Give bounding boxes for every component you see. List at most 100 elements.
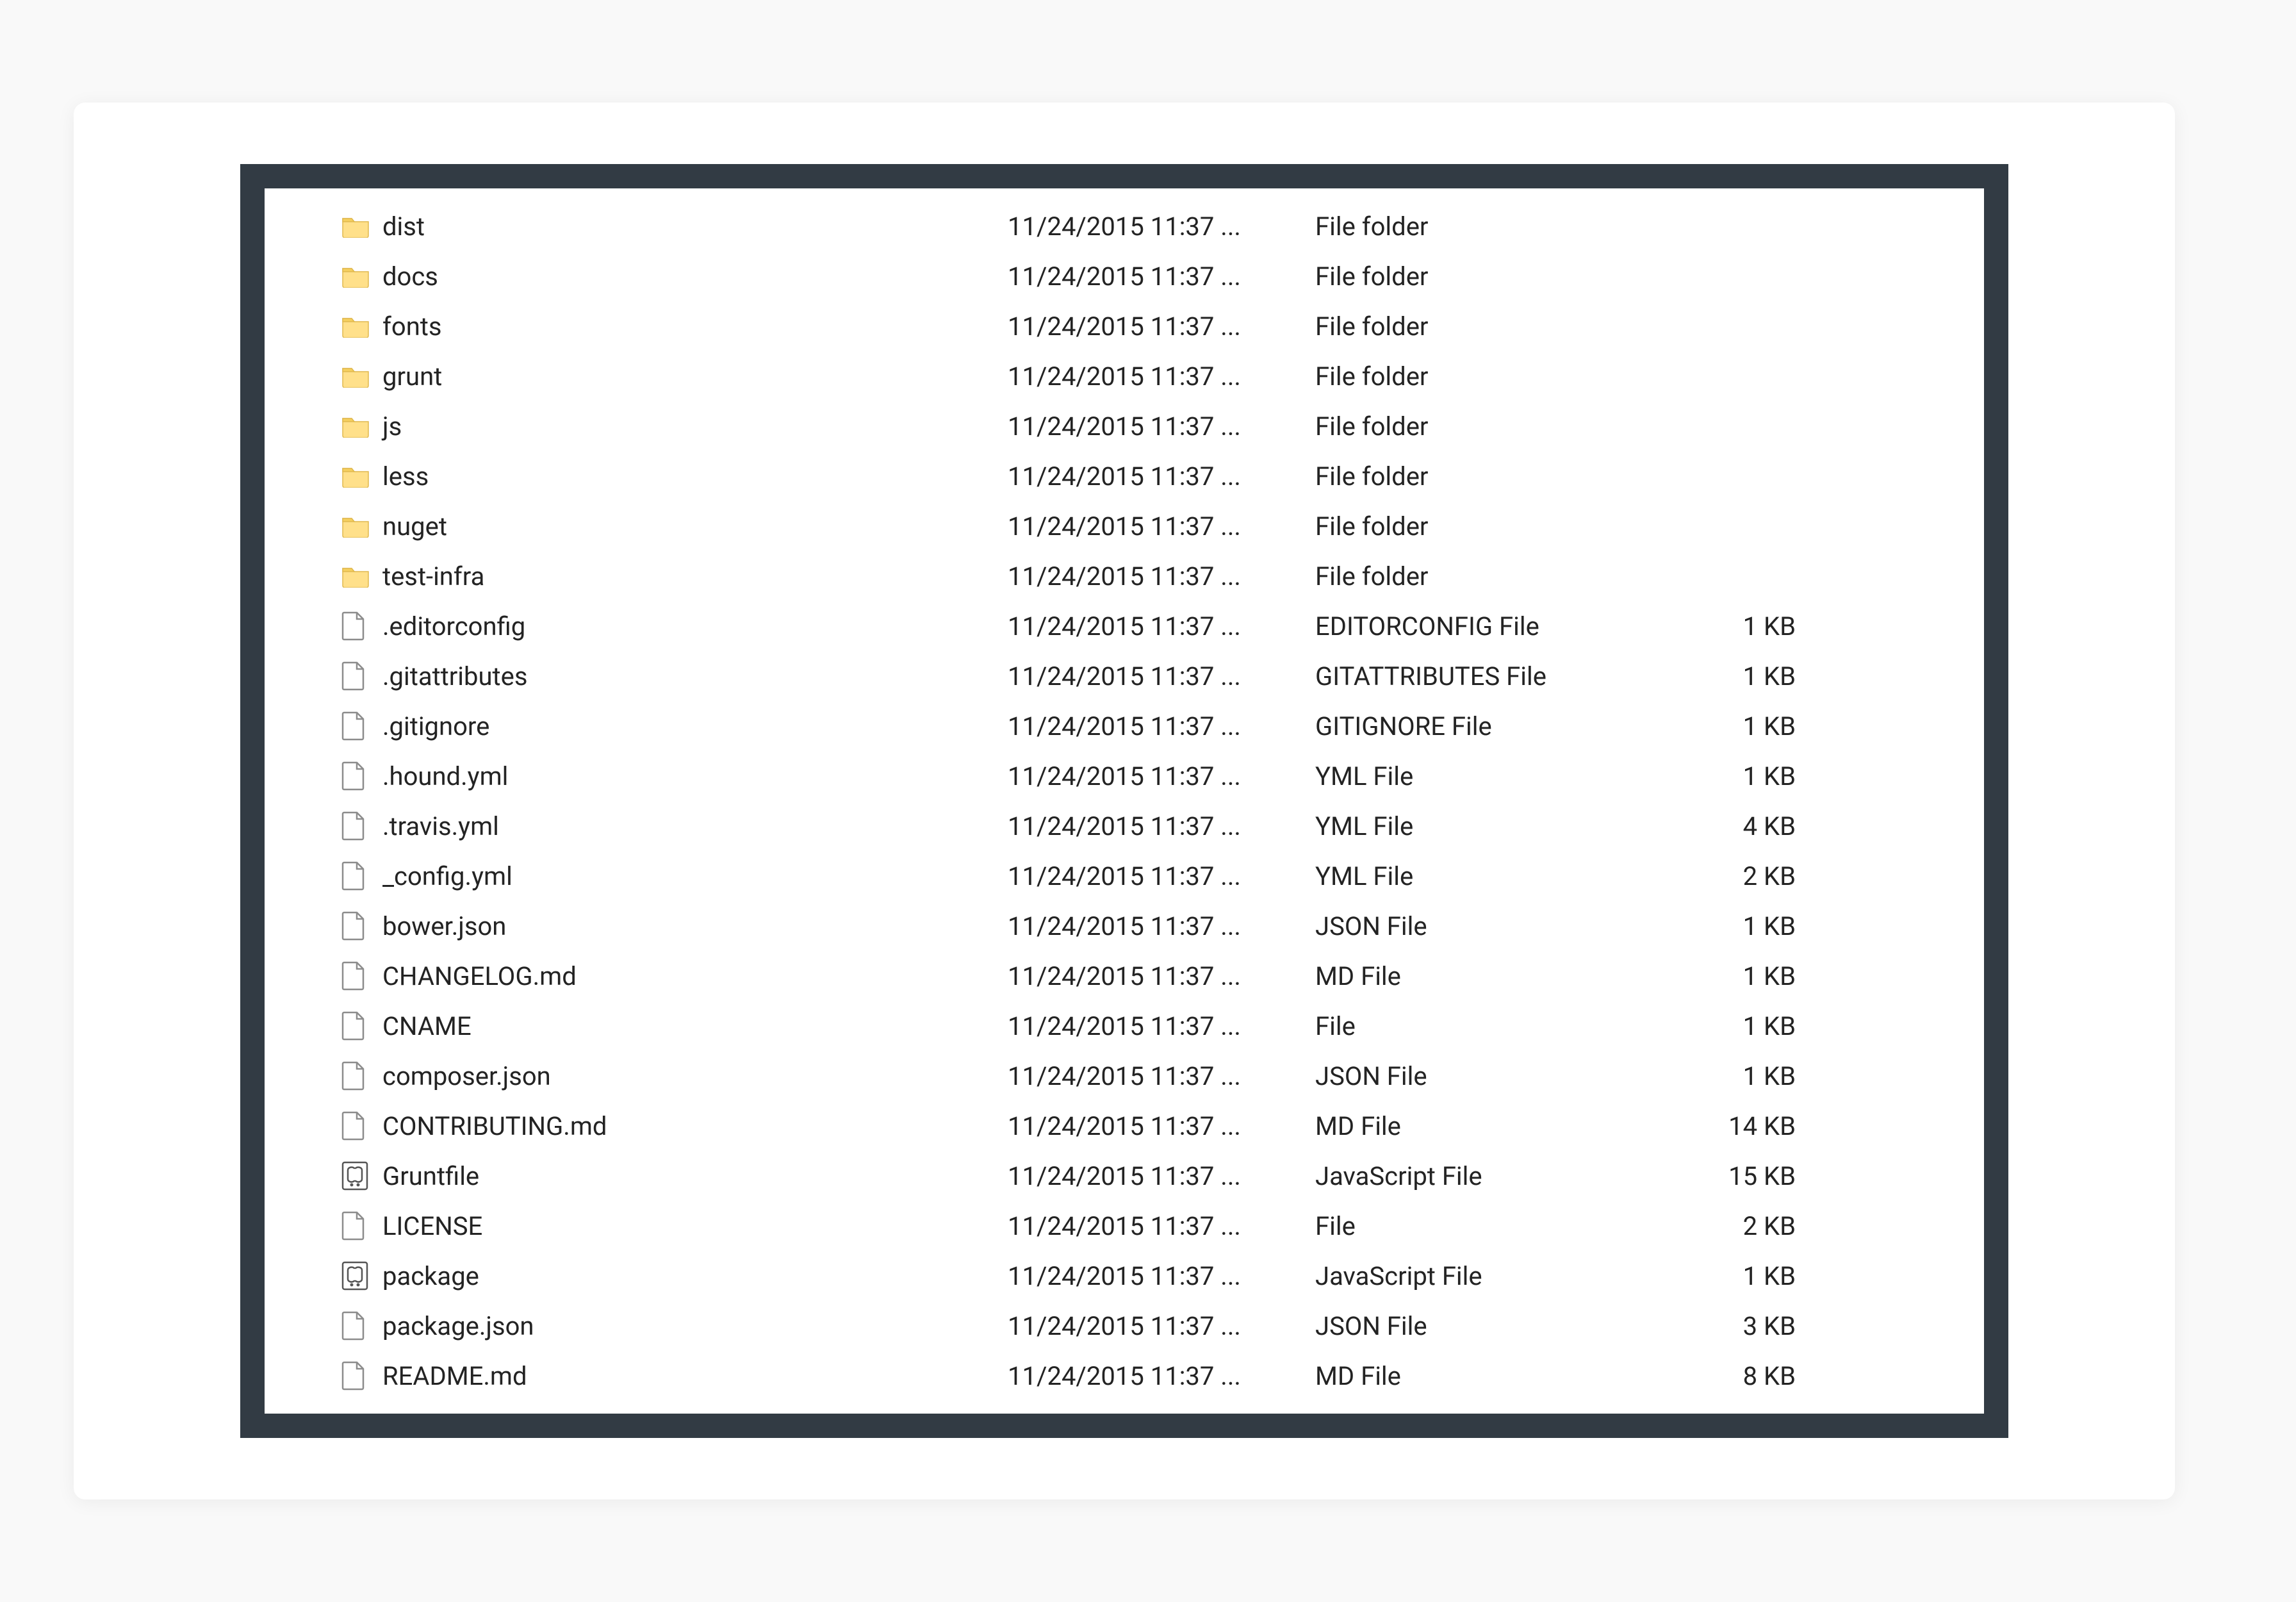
folder-icon <box>341 515 370 538</box>
file-date: 11/24/2015 11:37 ... <box>1008 761 1315 791</box>
file-date: 11/24/2015 11:37 ... <box>1008 861 1315 891</box>
file-row[interactable]: package.json11/24/2015 11:37 ...JSON Fil… <box>341 1301 1907 1351</box>
file-type: YML File <box>1315 811 1661 841</box>
file-icon <box>341 761 366 791</box>
file-row[interactable]: js11/24/2015 11:37 ...File folder <box>341 401 1907 451</box>
file-date: 11/24/2015 11:37 ... <box>1008 961 1315 991</box>
file-type: GITIGNORE File <box>1315 711 1661 741</box>
file-row[interactable]: less11/24/2015 11:37 ...File folder <box>341 451 1907 501</box>
file-name: nuget <box>380 511 1008 541</box>
file-size: 1 KB <box>1661 1011 1796 1041</box>
file-icon-cell <box>341 1361 380 1391</box>
file-size: 8 KB <box>1661 1361 1796 1391</box>
file-row[interactable]: Gruntfile11/24/2015 11:37 ...JavaScript … <box>341 1151 1907 1201</box>
file-date: 11/24/2015 11:37 ... <box>1008 1361 1315 1391</box>
file-date: 11/24/2015 11:37 ... <box>1008 1261 1315 1291</box>
file-name: README.md <box>380 1361 1008 1391</box>
file-row[interactable]: docs11/24/2015 11:37 ...File folder <box>341 251 1907 301</box>
file-icon-cell <box>341 861 380 891</box>
file-date: 11/24/2015 11:37 ... <box>1008 461 1315 491</box>
file-name: .gitattributes <box>380 661 1008 691</box>
file-row[interactable]: .hound.yml11/24/2015 11:37 ...YML File1 … <box>341 751 1907 801</box>
folder-icon <box>341 565 370 588</box>
file-row[interactable]: .travis.yml11/24/2015 11:37 ...YML File4… <box>341 801 1907 851</box>
file-name: .hound.yml <box>380 761 1008 791</box>
file-row[interactable]: .gitattributes11/24/2015 11:37 ...GITATT… <box>341 651 1907 701</box>
file-icon-cell <box>341 465 380 488</box>
file-name: CNAME <box>380 1011 1008 1041</box>
file-date: 11/24/2015 11:37 ... <box>1008 1161 1315 1191</box>
file-name: bower.json <box>380 911 1008 941</box>
file-icon-cell <box>341 1111 380 1141</box>
file-icon <box>341 661 366 691</box>
file-row[interactable]: dist11/24/2015 11:37 ...File folder <box>341 201 1907 251</box>
folder-icon <box>341 215 370 238</box>
file-icon-cell <box>341 661 380 691</box>
file-icon-cell <box>341 1161 380 1191</box>
file-row[interactable]: composer.json11/24/2015 11:37 ...JSON Fi… <box>341 1051 1907 1101</box>
file-size: 1 KB <box>1661 761 1796 791</box>
file-icon <box>341 1211 366 1241</box>
file-date: 11/24/2015 11:37 ... <box>1008 411 1315 442</box>
file-type: JavaScript File <box>1315 1161 1661 1191</box>
file-date: 11/24/2015 11:37 ... <box>1008 311 1315 342</box>
file-name: CHANGELOG.md <box>380 961 1008 991</box>
file-icon <box>341 911 366 941</box>
script-file-icon <box>341 1261 368 1291</box>
file-name: .gitignore <box>380 711 1008 741</box>
file-type: File folder <box>1315 261 1661 292</box>
file-date: 11/24/2015 11:37 ... <box>1008 711 1315 741</box>
file-icon <box>341 1361 366 1391</box>
file-date: 11/24/2015 11:37 ... <box>1008 1311 1315 1341</box>
file-icon-cell <box>341 1311 380 1341</box>
file-row[interactable]: bower.json11/24/2015 11:37 ...JSON File1… <box>341 901 1907 951</box>
card-container: dist11/24/2015 11:37 ...File folderdocs1… <box>74 103 2175 1499</box>
file-icon-cell <box>341 515 380 538</box>
script-file-icon <box>341 1161 368 1191</box>
file-date: 11/24/2015 11:37 ... <box>1008 1211 1315 1241</box>
file-row[interactable]: nuget11/24/2015 11:37 ...File folder <box>341 501 1907 551</box>
file-row[interactable]: _config.yml11/24/2015 11:37 ...YML File2… <box>341 851 1907 901</box>
file-date: 11/24/2015 11:37 ... <box>1008 611 1315 641</box>
file-type: MD File <box>1315 1111 1661 1141</box>
file-date: 11/24/2015 11:37 ... <box>1008 1111 1315 1141</box>
file-name: grunt <box>380 361 1008 392</box>
file-row[interactable]: CONTRIBUTING.md11/24/2015 11:37 ...MD Fi… <box>341 1101 1907 1151</box>
file-row[interactable]: CNAME11/24/2015 11:37 ...File1 KB <box>341 1001 1907 1051</box>
file-size: 1 KB <box>1661 961 1796 991</box>
file-row[interactable]: LICENSE11/24/2015 11:37 ...File2 KB <box>341 1201 1907 1251</box>
file-row[interactable]: .editorconfig11/24/2015 11:37 ...EDITORC… <box>341 601 1907 651</box>
file-icon <box>341 611 366 641</box>
file-row[interactable]: README.md11/24/2015 11:37 ...MD File8 KB <box>341 1351 1907 1401</box>
file-row[interactable]: .gitignore11/24/2015 11:37 ...GITIGNORE … <box>341 701 1907 751</box>
file-name: LICENSE <box>380 1211 1008 1241</box>
file-type: File folder <box>1315 561 1661 591</box>
file-icon-cell <box>341 1261 380 1291</box>
file-type: File folder <box>1315 311 1661 342</box>
folder-icon <box>341 415 370 438</box>
file-name: test-infra <box>380 561 1008 591</box>
file-date: 11/24/2015 11:37 ... <box>1008 911 1315 941</box>
file-name: dist <box>380 211 1008 242</box>
file-icon <box>341 1061 366 1091</box>
file-row[interactable]: CHANGELOG.md11/24/2015 11:37 ...MD File1… <box>341 951 1907 1001</box>
folder-icon <box>341 265 370 288</box>
file-row[interactable]: package11/24/2015 11:37 ...JavaScript Fi… <box>341 1251 1907 1301</box>
file-type: File folder <box>1315 461 1661 491</box>
file-size: 1 KB <box>1661 711 1796 741</box>
file-row[interactable]: grunt11/24/2015 11:37 ...File folder <box>341 351 1907 401</box>
file-type: YML File <box>1315 861 1661 891</box>
file-row[interactable]: test-infra11/24/2015 11:37 ...File folde… <box>341 551 1907 601</box>
file-size: 1 KB <box>1661 661 1796 691</box>
file-type: File folder <box>1315 361 1661 392</box>
file-date: 11/24/2015 11:37 ... <box>1008 211 1315 242</box>
file-name: fonts <box>380 311 1008 342</box>
file-type: MD File <box>1315 961 1661 991</box>
file-icon-cell <box>341 365 380 388</box>
folder-icon <box>341 365 370 388</box>
file-row[interactable]: fonts11/24/2015 11:37 ...File folder <box>341 301 1907 351</box>
file-size: 1 KB <box>1661 611 1796 641</box>
file-icon-cell <box>341 1011 380 1041</box>
file-date: 11/24/2015 11:37 ... <box>1008 361 1315 392</box>
explorer-frame: dist11/24/2015 11:37 ...File folderdocs1… <box>240 164 2008 1438</box>
